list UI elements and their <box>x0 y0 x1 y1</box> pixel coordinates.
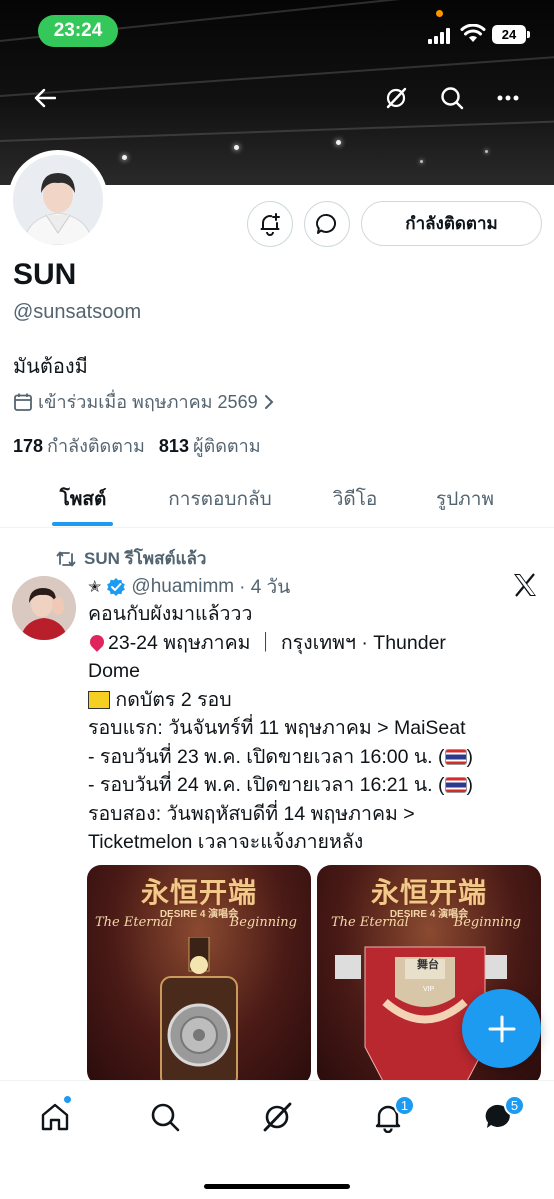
post-line: รอบแรก: วันจันทร์ที่ 11 พฤษภาคม > MaiSea… <box>88 717 466 739</box>
search-icon <box>151 1103 180 1132</box>
home-unread-dot <box>63 1095 72 1104</box>
search-icon[interactable] <box>434 80 470 116</box>
chevron-right-icon <box>264 394 274 409</box>
followers-count: 813 <box>158 436 189 456</box>
wifi-icon <box>460 24 486 42</box>
message-button[interactable] <box>304 201 350 247</box>
author-handle[interactable]: @huamimm <box>131 576 234 598</box>
notifications-badge: 1 <box>394 1095 415 1116</box>
tab-replies[interactable]: การตอบกลับ <box>150 470 290 527</box>
battery-indicator: 24 <box>492 25 530 44</box>
repost-label[interactable]: SUN รีโพสต์แล้ว <box>84 545 206 572</box>
grok-icon[interactable] <box>378 80 414 116</box>
banner-light <box>122 155 127 160</box>
post-line: คอนกับผังมาแล้ววว <box>88 603 253 625</box>
post-line: - รอบวันที่ 23 พ.ค. เปิดขายเวลา 16:00 น.… <box>88 745 474 768</box>
post-line: Ticketmelon เวลาจะแจ้งภายหลัง <box>88 831 364 853</box>
poster-script-left: The Eternal <box>331 915 409 930</box>
profile-handle: @sunsatsoom <box>13 301 142 323</box>
banner-light <box>234 145 239 150</box>
tab-posts[interactable]: โพสต์ <box>33 470 133 527</box>
home-indicator <box>204 1184 350 1189</box>
post-author-avatar[interactable] <box>12 576 76 640</box>
post-line: รอบสอง: วันพฤหัสบดีที่ 14 พฤษภาคม > <box>88 802 415 825</box>
more-options-icon[interactable] <box>490 80 526 116</box>
cellular-signal-icon <box>428 28 454 44</box>
post-line: กดบัตร 2 รอบ <box>88 686 543 715</box>
messages-badge: 5 <box>504 1095 525 1116</box>
profile-avatar[interactable] <box>8 150 108 250</box>
ticket-icon <box>88 690 110 709</box>
post-text: คอนกับผังมาแล้ววว 23-24 พฤษภาคม ｜ กรุงเท… <box>87 600 543 857</box>
bottom-navigation: 1 5 <box>0 1080 554 1199</box>
banner-light <box>336 140 341 145</box>
nav-grok[interactable] <box>257 1097 297 1137</box>
subscribe-notifications-button[interactable] <box>247 201 293 247</box>
repost-indicator: SUN รีโพสต์แล้ว <box>56 545 206 572</box>
joined-date-row[interactable]: เข้าร่วมเมื่อ พฤษภาคม 2569 <box>13 387 275 416</box>
banner-light <box>485 150 488 153</box>
active-tab-indicator <box>52 522 113 526</box>
post-line: Dome <box>88 660 141 682</box>
thailand-flag-icon <box>444 748 467 765</box>
chat-bubble-icon <box>316 213 336 234</box>
joined-date-text: เข้าร่วมเมื่อ พฤษภาคม 2569 <box>38 392 258 412</box>
following-label: กำลังติดตาม <box>47 436 145 456</box>
author-prefix: ✭ <box>88 579 102 596</box>
calendar-icon <box>14 393 32 411</box>
privacy-indicator <box>436 10 443 17</box>
post-line: - รอบวันที่ 24 พ.ค. เปิดขายเวลา 16:21 น.… <box>88 774 474 796</box>
plus-icon <box>488 1015 515 1042</box>
verified-badge-icon <box>107 578 126 596</box>
post-line: 23-24 พฤษภาคม ｜ กรุงเทพฯ · Thunder <box>87 629 543 658</box>
home-icon <box>41 1103 69 1131</box>
poster-script-right: Beginning <box>453 915 521 930</box>
profile-tabs: โพสต์ การตอบกลับ วิดีโอ รูปภาพ <box>0 470 554 528</box>
bell-plus-icon <box>260 213 280 236</box>
banner-rafter <box>0 53 554 97</box>
poster-script-right: Beginning <box>229 915 297 930</box>
profile-name: SUN <box>13 258 77 291</box>
following-button[interactable]: กำลังติดตาม <box>361 201 542 246</box>
post-time: · 4 วัน <box>239 577 291 598</box>
back-arrow-icon[interactable] <box>27 80 63 116</box>
post-header: ✭ @huamimm · 4 วัน <box>88 572 290 602</box>
following-stat[interactable]: 178 กำลังติดตาม <box>13 431 145 460</box>
poster-script-left: The Eternal <box>95 915 173 930</box>
profile-bio: มันต้องมี <box>13 356 88 378</box>
tab-videos[interactable]: วิดีโอ <box>310 470 400 527</box>
post-image-poster[interactable]: 永恒开端 DESIRE 4 演唱会 The Eternal Beginning <box>87 865 311 1085</box>
grok-icon <box>263 1102 292 1132</box>
status-time: 23:24 <box>38 15 118 47</box>
followers-stat[interactable]: 813 ผู้ติดตาม <box>159 431 261 460</box>
following-count: 178 <box>13 436 44 456</box>
followers-label: ผู้ติดตาม <box>192 436 261 456</box>
pin-icon <box>87 631 107 652</box>
nav-explore[interactable] <box>145 1097 185 1137</box>
train-illustration <box>160 937 238 1085</box>
banner-rafter <box>0 119 554 142</box>
banner-light <box>420 160 423 163</box>
tab-photos[interactable]: รูปภาพ <box>420 470 510 527</box>
stage-label: 舞台 <box>417 959 439 971</box>
vip-label: VIP <box>423 986 435 993</box>
repost-icon <box>56 551 76 566</box>
compose-post-button[interactable] <box>462 989 541 1068</box>
thailand-flag-icon <box>444 777 467 793</box>
follow-stats: 178 กำลังติดตาม 813 ผู้ติดตาม <box>13 431 261 460</box>
